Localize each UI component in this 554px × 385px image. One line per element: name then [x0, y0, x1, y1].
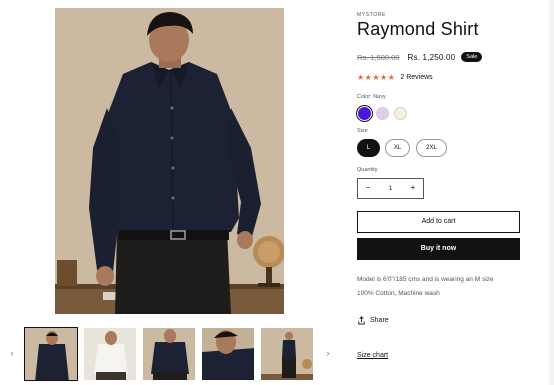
reviews-link[interactable]: 2 Reviews: [400, 74, 432, 81]
size-option-2xl[interactable]: 2XL: [416, 139, 447, 157]
thumbnail-4[interactable]: [201, 327, 255, 381]
rating-row: ★★★★★ 2 Reviews: [357, 73, 433, 82]
main-product-image-art: [55, 8, 284, 314]
thumbnail-1[interactable]: [24, 327, 78, 381]
quantity-stepper: − 1 +: [357, 178, 424, 199]
fabric-info-text: 100% Cotton, Machine wash: [357, 290, 440, 297]
main-product-image[interactable]: [55, 8, 284, 314]
share-label: Share: [370, 317, 389, 324]
vendor-label: MYSTORE: [357, 12, 386, 18]
chevron-right-icon[interactable]: ›: [322, 347, 334, 359]
quantity-input[interactable]: 1: [378, 179, 403, 198]
size-option-xl[interactable]: XL: [385, 139, 410, 157]
thumbnail-strip: ‹ ›: [0, 325, 340, 383]
thumbnail-2[interactable]: [83, 327, 137, 381]
buy-now-button[interactable]: Buy it now: [357, 238, 520, 260]
star-rating-icon: ★★★★★: [357, 73, 396, 82]
thumbnail-3[interactable]: [142, 327, 196, 381]
swatch-cream[interactable]: [394, 107, 407, 120]
quantity-label: Quantity: [357, 167, 378, 173]
share-button[interactable]: Share: [357, 316, 389, 325]
share-icon: [358, 316, 365, 325]
quantity-decrease-button[interactable]: −: [358, 179, 378, 198]
chevron-left-icon[interactable]: ‹: [6, 347, 18, 359]
swatch-lavender[interactable]: [376, 107, 389, 120]
quantity-increase-button[interactable]: +: [403, 179, 423, 198]
product-title: Raymond Shirt: [357, 19, 479, 39]
size-label: Size: [357, 128, 368, 134]
color-label: Color: Navy: [357, 94, 386, 100]
sale-badge: Sale: [461, 52, 483, 62]
size-chart-link[interactable]: Size chart: [357, 352, 388, 359]
regular-price: Rs. 1,500.00: [357, 52, 400, 62]
sale-price: Rs. 1,250.00: [407, 52, 456, 62]
thumbnail-5[interactable]: [260, 327, 314, 381]
page-scrollbar[interactable]: [549, 0, 554, 385]
price-row: Rs. 1,500.00 Rs. 1,250.00 Sale: [357, 51, 483, 63]
swatch-navy[interactable]: [358, 107, 371, 120]
add-to-cart-button[interactable]: Add to cart: [357, 211, 520, 233]
size-option-l[interactable]: L: [357, 139, 380, 157]
model-info-text: Model is 6'0"/185 cms and is wearing an …: [357, 276, 494, 283]
